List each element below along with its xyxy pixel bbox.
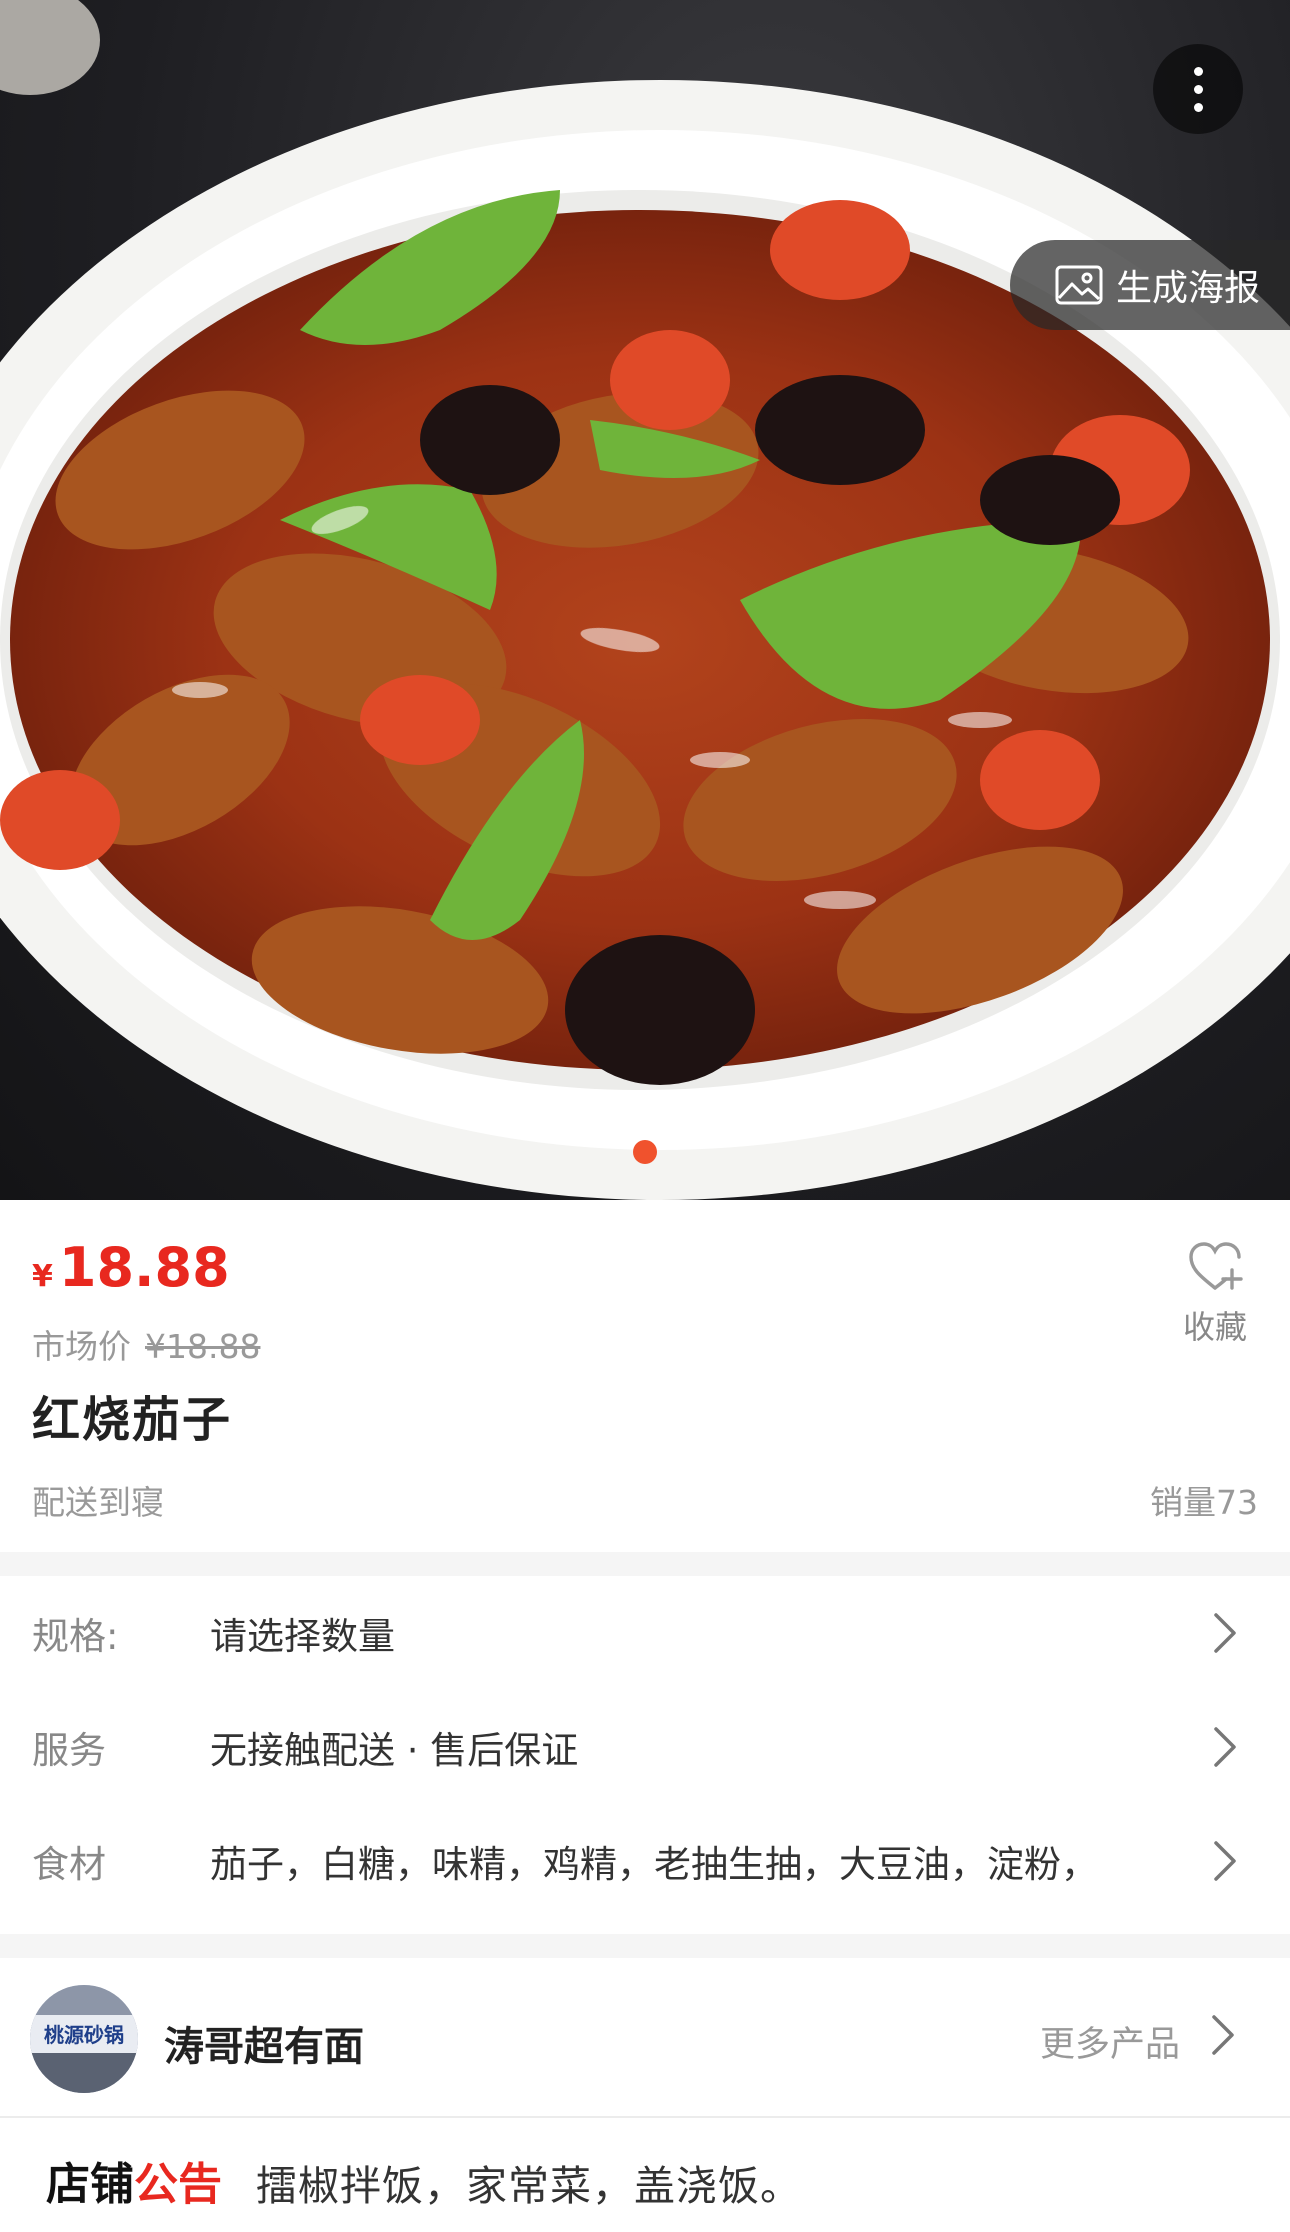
image-icon xyxy=(1055,265,1103,305)
chevron-right-icon xyxy=(1214,1727,1236,1767)
ingredients-row[interactable]: 食材 茄子，白糖，味精，鸡精，老抽生抽，大豆油，淀粉， xyxy=(0,1804,1290,1918)
product-image-carousel[interactable]: 生成海报 xyxy=(0,0,1290,1200)
attr-value: 茄子，白糖，味精，鸡精，老抽生抽，大豆油，淀粉， xyxy=(210,1843,1098,1886)
notice-label-announcement: 公告 xyxy=(134,2159,222,2210)
shop-avatar-text: 桃源砂锅 xyxy=(44,2023,124,2047)
shop-notice: 店铺公告 擂椒拌饭，家常菜，盖浇饭。 xyxy=(0,2118,1290,2232)
price-value: 18.88 xyxy=(58,1236,230,1299)
more-vertical-icon xyxy=(1193,66,1203,76)
notice-text: 擂椒拌饭，家常菜，盖浇饭。 xyxy=(256,2162,802,2210)
generate-poster-button[interactable]: 生成海报 xyxy=(1010,240,1290,330)
market-price-value: ¥18.88 xyxy=(145,1327,261,1366)
more-products-link[interactable]: 更多产品 xyxy=(1040,2016,1180,2067)
notice-label-shop: 店铺 xyxy=(46,2159,134,2210)
market-price: 市场价 ¥18.88 xyxy=(32,1320,260,1368)
product-title: 红烧茄子 xyxy=(32,1392,233,1448)
attr-value: 无接触配送 · 售后保证 xyxy=(210,1729,579,1772)
carousel-indicator xyxy=(633,1140,657,1164)
favorite-label: 收藏 xyxy=(1182,1308,1247,1346)
product-attributes: 规格: 请选择数量 服务 无接触配送 · 售后保证 食材 茄子，白糖，味精，鸡精… xyxy=(0,1576,1290,1934)
currency-symbol: ¥ xyxy=(32,1259,53,1294)
chevron-right-icon xyxy=(1212,2015,1234,2055)
chevron-right-icon xyxy=(1214,1841,1236,1881)
product-info-card: ¥ 18.88 市场价 ¥18.88 收藏 红烧茄子 配送到寝 销量73 xyxy=(0,1200,1290,1552)
more-options-button[interactable] xyxy=(1153,44,1243,134)
spec-row[interactable]: 规格: 请选择数量 xyxy=(0,1576,1290,1690)
sales-count: 销量73 xyxy=(1150,1483,1258,1522)
market-price-label: 市场价 xyxy=(32,1327,131,1366)
delivery-info: 配送到寝 xyxy=(32,1483,164,1522)
attr-key: 服务 xyxy=(32,1729,106,1772)
heart-plus-icon xyxy=(1189,1242,1243,1290)
price: ¥ 18.88 xyxy=(32,1236,230,1299)
attr-key: 食材 xyxy=(32,1843,106,1886)
shop-avatar: 桃源砂锅 xyxy=(30,1985,138,2093)
attr-key: 规格: xyxy=(32,1615,119,1658)
shop-row[interactable]: 桃源砂锅 涛哥超有面 更多产品 xyxy=(0,1958,1290,2116)
generate-poster-label: 生成海报 xyxy=(1116,268,1261,309)
shop-name: 涛哥超有面 xyxy=(164,2024,364,2070)
dish-photo xyxy=(0,0,1290,1200)
service-row[interactable]: 服务 无接触配送 · 售后保证 xyxy=(0,1690,1290,1804)
favorite-button[interactable]: 收藏 xyxy=(1150,1240,1280,1348)
chevron-right-icon xyxy=(1214,1613,1236,1653)
attr-value: 请选择数量 xyxy=(210,1615,395,1658)
notice-label: 店铺公告 xyxy=(46,2148,222,2212)
